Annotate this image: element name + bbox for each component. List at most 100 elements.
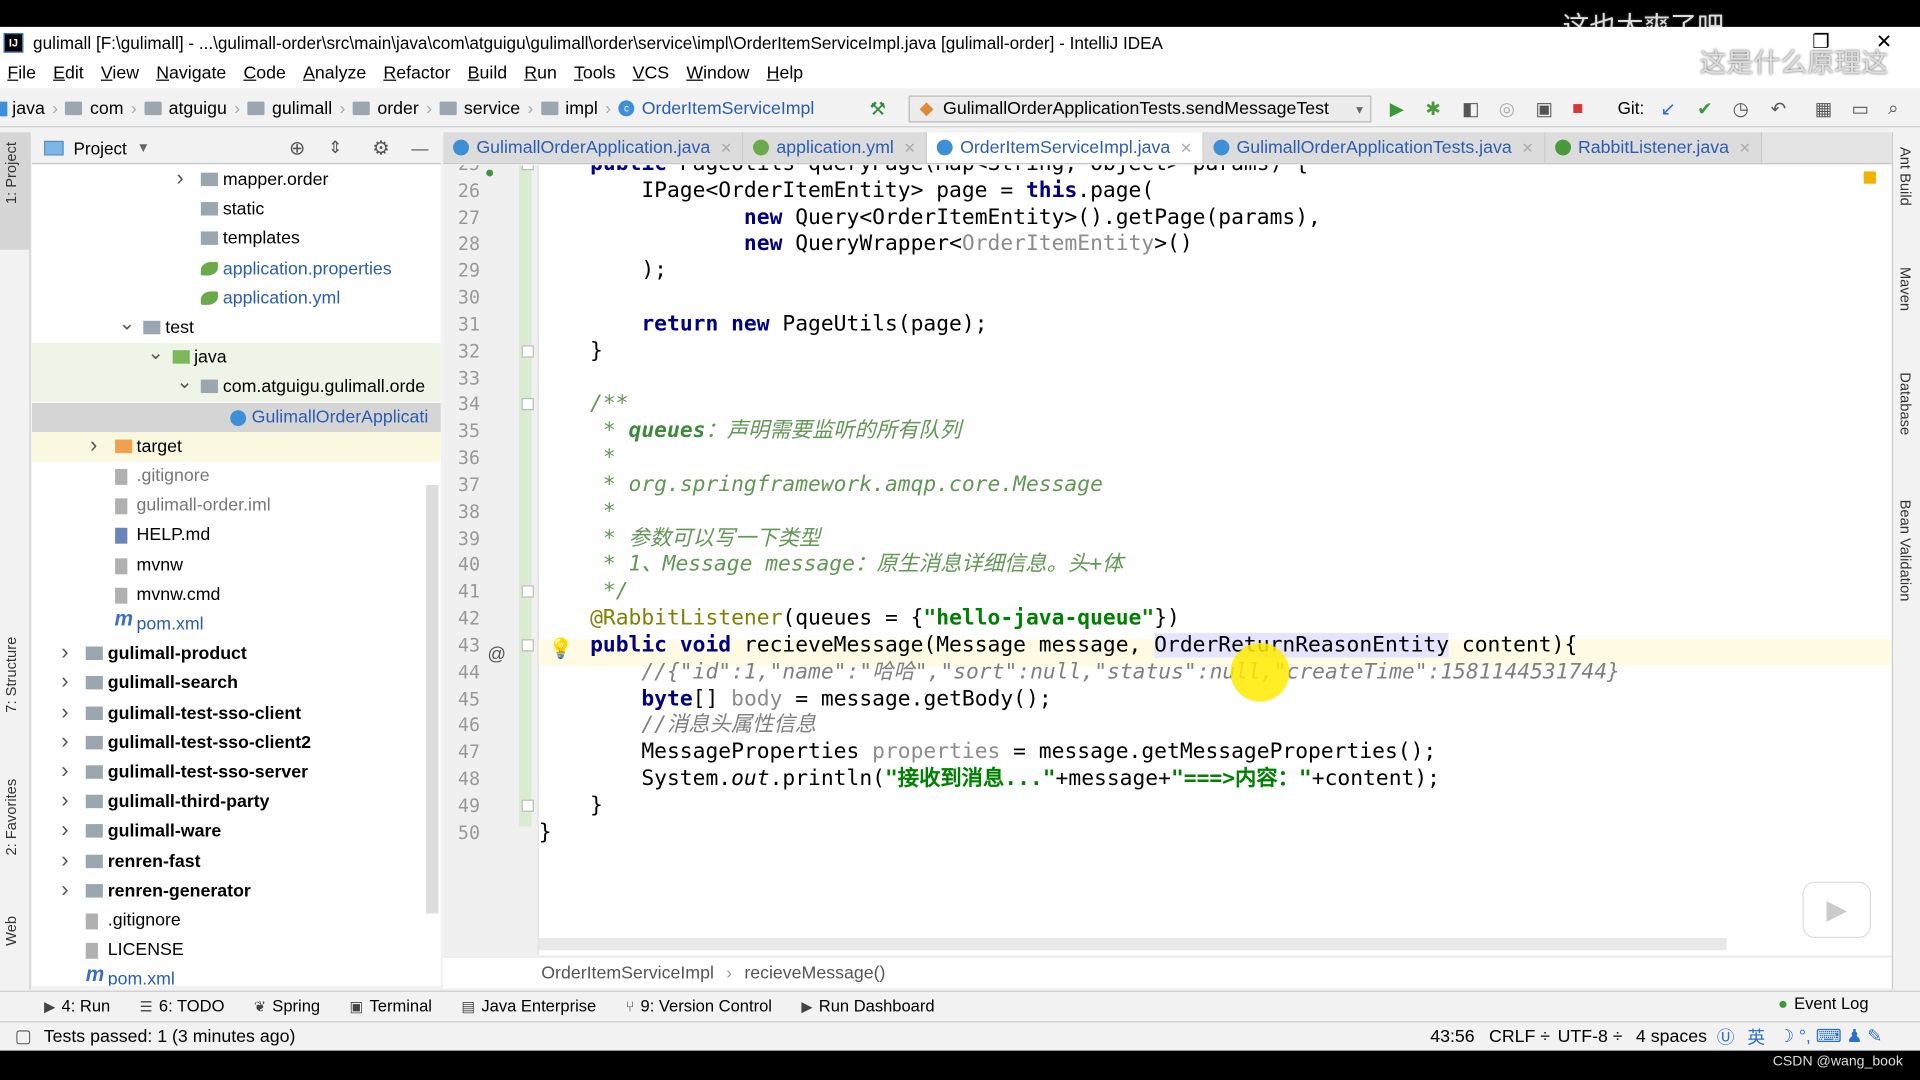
tree-item[interactable]: LICENSE [32,936,441,965]
tool-tab-maven[interactable]: Maven [1897,267,1914,311]
status-toggle-icon[interactable]: ▢ [15,1027,32,1047]
breadcrumb-item[interactable]: com › [65,99,137,118]
project-view-select[interactable]: Project [73,138,126,158]
line-separator[interactable]: CRLF ÷ [1489,1027,1550,1047]
chevron-right-icon[interactable]: › [176,165,183,191]
close-tab-icon[interactable]: ✕ [904,139,916,156]
close-tab-icon[interactable]: ✕ [1739,139,1751,156]
fold-marker-icon[interactable] [521,639,534,652]
tool-tab-ant-build[interactable]: Ant Build [1897,147,1914,206]
project-tree-scrollbar[interactable] [426,484,439,914]
tree-item[interactable]: application.yml [32,284,441,313]
menu-help[interactable]: Help [767,63,804,83]
tree-item[interactable]: ⌄ java [31,341,441,373]
fold-marker-icon[interactable] [521,585,534,598]
fold-marker-icon[interactable] [521,345,534,358]
breadcrumb-method[interactable]: recieveMessage() [744,963,885,983]
tree-item[interactable]: › gulimall-third-party [32,788,441,817]
breadcrumb-item[interactable]: atguigu › [144,99,240,118]
chevron-right-icon[interactable]: › [61,788,68,814]
debug-icon[interactable]: ✱ [1425,98,1440,120]
status-message[interactable]: Tests passed: 1 (3 minutes ago) [44,1027,296,1047]
tool-window-9-version-control[interactable]: ⑂ 9: Version Control [626,997,772,1015]
menu-run[interactable]: Run [524,63,557,83]
menu-file[interactable]: File [7,63,36,83]
tree-item[interactable]: › mapper.order [32,165,441,194]
breadcrumb-class[interactable]: OrderItemServiceImpl [541,963,714,983]
tree-item[interactable]: › gulimall-test-sso-client2 [32,728,441,757]
tool-tab-project[interactable]: 1: Project [2,142,19,204]
tree-item[interactable]: HELP.md [32,521,441,550]
code-editor[interactable]: 25 26 27 28 29 30 31 32 33 34 35 36 37 38 39 40 41 42 43 44… [443,165,1892,956]
tree-item[interactable]: ⌄ test [32,313,441,342]
history-icon[interactable]: ◷ [1733,98,1749,120]
tree-item[interactable]: mvnw.cmd [32,580,441,609]
event-log-button[interactable]: ● Event Log [1778,994,1869,1012]
indent-setting[interactable]: 4 spaces [1636,1027,1707,1047]
project-structure-icon[interactable]: ▦ [1815,98,1832,120]
fold-marker-icon[interactable] [521,799,534,812]
chevron-right-icon[interactable]: › [61,758,68,784]
file-encoding[interactable]: UTF-8 ÷ [1558,1027,1623,1047]
chevron-down-icon[interactable]: ⌄ [176,370,192,394]
gear-icon[interactable]: ⚙ [372,135,390,159]
ime-language[interactable]: 英 [1747,1024,1765,1050]
tool-tab-favorites[interactable]: 2: Favorites [2,779,19,856]
tree-item[interactable]: static [32,195,441,224]
git-commit-icon[interactable]: ✔ [1697,98,1712,120]
coverage-icon[interactable]: ◧ [1462,98,1479,120]
tree-item[interactable]: ⌄ com.atguigu.gulimall.orde [31,370,441,403]
tree-item[interactable]: m pom.xml [32,607,441,639]
chevron-right-icon[interactable]: › [61,876,68,902]
editor-horizontal-scrollbar[interactable] [538,937,1727,951]
menu-analyze[interactable]: Analyze [303,63,366,83]
chevron-right-icon[interactable]: › [90,432,97,458]
locate-icon[interactable]: ⊕ [289,135,305,159]
editor-tab[interactable]: RabbitListener.java ✕ [1544,132,1763,163]
tree-item[interactable]: › gulimall-ware [32,817,441,846]
tool-window-run-dashboard[interactable]: ▶ Run Dashboard [801,997,934,1015]
editor-tab[interactable]: GulimallOrderApplication.java ✕ [443,132,744,163]
menu-view[interactable]: View [101,63,139,83]
rollback-icon[interactable]: ↶ [1771,98,1786,120]
chevron-right-icon[interactable]: › [61,728,68,754]
chevron-down-icon[interactable]: ▼ [137,140,150,155]
tree-item[interactable]: › gulimall-search [32,669,441,698]
breadcrumb-item[interactable]: service › [439,99,533,118]
attach-debugger-icon[interactable]: ▣ [1536,98,1553,120]
breadcrumb-item[interactable]: impl › [540,99,611,118]
search-icon[interactable]: ⌕ [1888,98,1898,119]
fold-marker-icon[interactable] [521,165,534,171]
run-configuration-select[interactable]: ◆ GulimallOrderApplicationTests.sendMess… [908,95,1372,123]
hide-panel-icon[interactable]: — [411,138,428,158]
menu-edit[interactable]: Edit [53,63,84,83]
fold-marker-icon[interactable] [521,398,534,411]
tree-item[interactable]: › target [31,431,441,462]
warning-marker[interactable] [1863,171,1876,184]
editor-tab[interactable]: OrderItemServiceImpl.java ✕ [927,132,1204,163]
tool-window-java-enterprise[interactable]: ▤ Java Enterprise [461,997,596,1015]
close-tab-icon[interactable]: ✕ [720,139,732,156]
profile-icon[interactable]: ◎ [1499,98,1515,120]
menu-code[interactable]: Code [243,63,285,83]
tree-item[interactable]: gulimall-order.iml [32,491,441,520]
chevron-right-icon[interactable]: › [61,669,68,695]
tree-item[interactable]: › gulimall-test-sso-client [32,699,441,728]
editor-tab[interactable]: application.yml ✕ [743,132,928,163]
tool-window-terminal[interactable]: ▣ Terminal [349,997,431,1015]
tool-tab-structure[interactable]: 7: Structure [2,637,19,713]
stop-icon[interactable]: ■ [1572,98,1583,119]
tree-item[interactable]: .gitignore [32,906,441,935]
run-icon[interactable]: ▶ [1390,98,1404,120]
presentation-icon[interactable]: ▭ [1851,98,1868,120]
tree-item[interactable]: templates [32,225,441,254]
chevron-down-icon[interactable]: ⌄ [148,341,164,365]
breadcrumb-item[interactable]: order › [352,99,432,118]
tool-tab-database[interactable]: Database [1897,372,1914,435]
tree-item[interactable]: application.properties [32,254,441,283]
tree-item[interactable]: › renren-fast [32,847,441,876]
tool-tab-web[interactable]: Web [2,916,19,946]
tree-item[interactable]: mvnw [32,551,441,580]
collapse-all-icon[interactable]: ⇕ [328,137,342,158]
breadcrumb-item[interactable]: java › [12,99,58,119]
